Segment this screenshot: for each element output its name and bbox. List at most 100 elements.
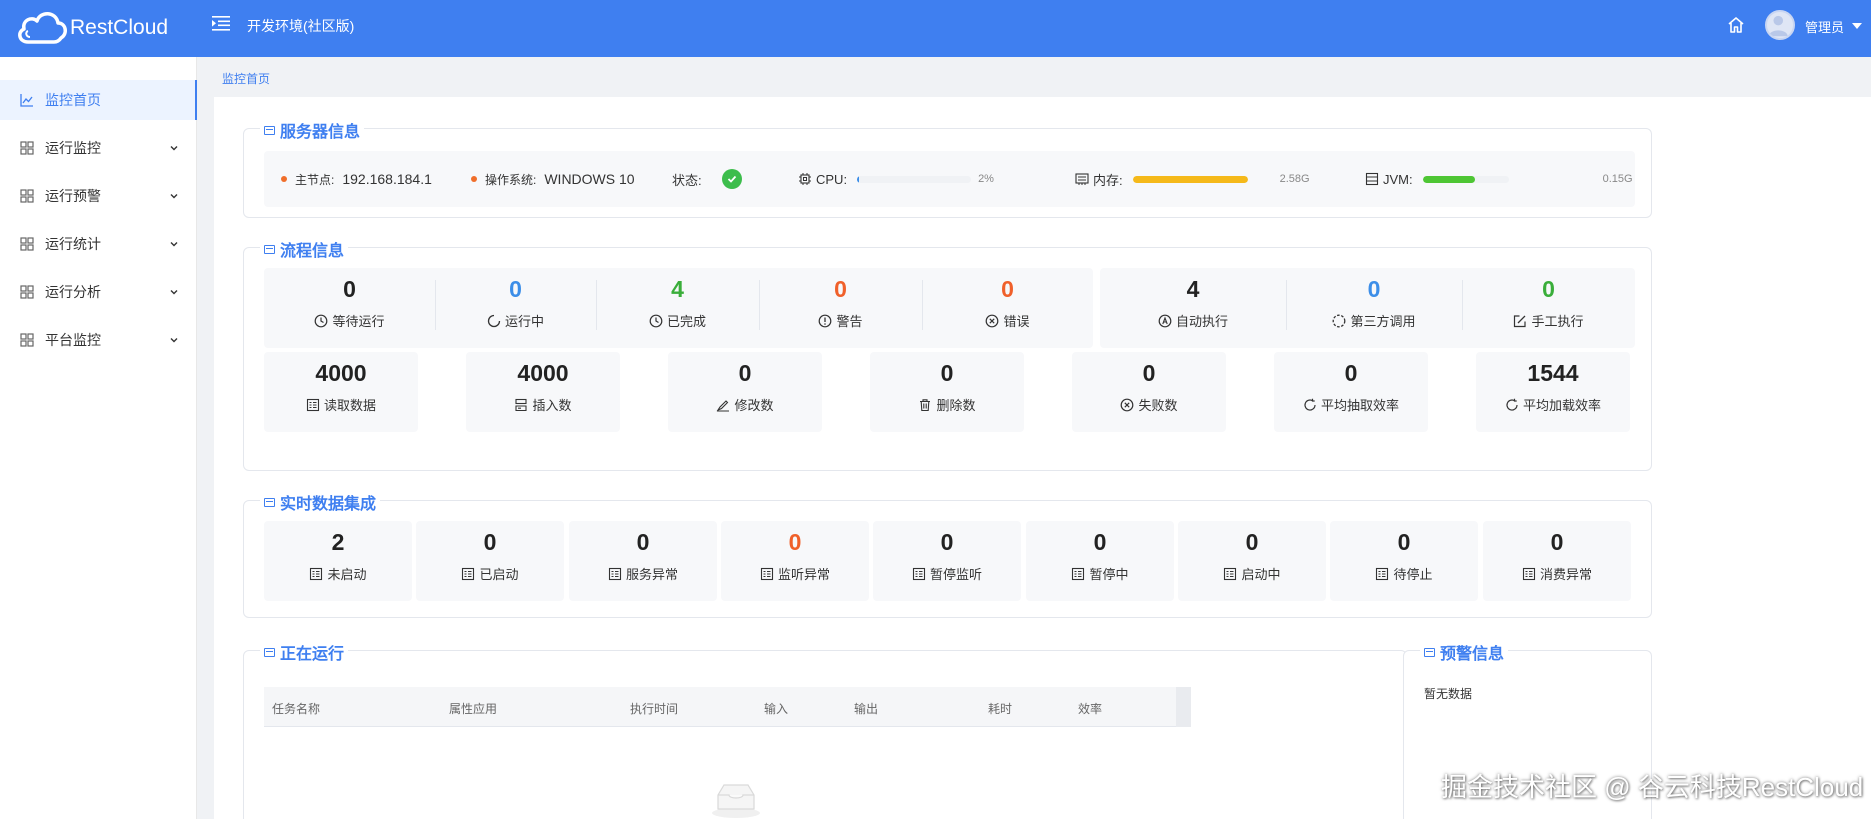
server-icon (1365, 172, 1379, 186)
user-name[interactable]: 管理员 (1805, 17, 1844, 36)
memory-progress-bar (1132, 175, 1248, 183)
top-bar: RestCloud 开发环境(社区版) 管理员 (0, 0, 1871, 57)
menu-fold-icon[interactable] (212, 15, 230, 31)
refresh-icon (1304, 398, 1316, 411)
stat-fail-count[interactable]: 0 失败数 (1072, 352, 1226, 432)
stat-value: 0 (1550, 529, 1564, 555)
sidebar-item-run-alert[interactable]: 运行预警 (0, 176, 197, 216)
stat-avg-extract[interactable]: 0 平均抽取效率 (1274, 352, 1428, 432)
stat-warning[interactable]: 0 警告 (759, 278, 922, 330)
stat-label: 错误 (922, 311, 1093, 330)
stat-value: 0 (1245, 529, 1259, 555)
flow-info-panel: 流程信息 0 等待运行 0 运行中 4 已完成 0 警告 0 错误 4 自动执行… (243, 237, 1652, 471)
stat-value: 0 (1001, 276, 1014, 302)
memory-label: 内存: (1093, 172, 1123, 188)
sidebar-item-monitor-home[interactable]: 监控首页 (0, 80, 197, 120)
stat-label: 未启动 (264, 564, 412, 583)
stat-auto-exec[interactable]: 4 自动执行 (1100, 278, 1286, 330)
jvm-progress-bar (1422, 175, 1509, 183)
realtime-stat-item[interactable]: 0 暂停监听 (873, 521, 1021, 601)
stat-label: 手工执行 (1462, 311, 1635, 330)
list-icon (760, 567, 774, 580)
fail-icon (1121, 398, 1134, 411)
memory-value: 2.58G (1279, 173, 1310, 185)
list-icon (1522, 567, 1536, 580)
cpu-icon (799, 173, 811, 185)
sidebar-item-run-analysis[interactable]: 运行分析 (0, 272, 197, 312)
list-icon (1376, 567, 1389, 580)
stat-label-text: 待停止 (1393, 567, 1433, 582)
list-icon (310, 567, 323, 580)
stat-waiting[interactable]: 0 等待运行 (264, 278, 435, 330)
status-info: 状态: (672, 151, 742, 207)
stat-modify-count[interactable]: 0 修改数 (668, 352, 822, 432)
home-icon[interactable] (1726, 15, 1746, 35)
column-header[interactable]: 输出 (854, 700, 878, 717)
main-content: 服务器信息 主节点: 192.168.184.1 操作系统: WINDOWS 1… (214, 97, 1871, 819)
stat-value: 0 (1142, 360, 1156, 386)
jvm-label: JVM: (1383, 171, 1413, 187)
stat-value: 0 (1542, 276, 1555, 302)
stat-insert-count[interactable]: 4000 插入数 (466, 352, 620, 432)
column-header[interactable]: 输入 (764, 700, 788, 717)
realtime-stat-item[interactable]: 0 启动中 (1178, 521, 1326, 601)
stat-manual-exec[interactable]: 0 手工执行 (1462, 278, 1635, 330)
stat-delete-count[interactable]: 0 删除数 (870, 352, 1024, 432)
stat-label: 警告 (759, 311, 922, 330)
status-label: 状态: (672, 172, 702, 188)
column-header[interactable]: 任务名称 (272, 700, 320, 717)
sidebar-item-label: 平台监控 (45, 332, 101, 348)
stat-running[interactable]: 0 运行中 (435, 278, 596, 330)
stat-label: 消费异常 (1483, 564, 1631, 583)
chevron-down-icon (170, 194, 178, 199)
breadcrumb-item[interactable]: 监控首页 (222, 70, 270, 87)
column-header[interactable]: 耗时 (988, 700, 1012, 717)
list-icon (1072, 567, 1085, 580)
sidebar-item-run-monitor[interactable]: 运行监控 (0, 128, 197, 168)
realtime-stat-item[interactable]: 0 待停止 (1330, 521, 1478, 601)
realtime-stat-item[interactable]: 0 消费异常 (1483, 521, 1631, 601)
stat-avg-load[interactable]: 1544 平均加载效率 (1476, 352, 1630, 432)
chevron-down-icon (170, 338, 178, 343)
stat-label: 运行中 (435, 311, 596, 330)
stat-label: 已启动 (416, 564, 564, 583)
running-panel: 正在运行 任务名称 属性应用 执行时间 输入 输出 耗时 效率 (243, 640, 1407, 819)
stat-value: 0 (636, 529, 650, 555)
realtime-stat-item[interactable]: 0 暂停中 (1026, 521, 1174, 601)
memory-progress-fill (1132, 175, 1248, 183)
table-scrollbar[interactable] (1176, 687, 1191, 727)
cpu-info: CPU: 2% (798, 151, 994, 207)
logo[interactable]: RestCloud (14, 4, 168, 52)
sidebar: 监控首页 运行监控 运行预警 运行统计 运行分析 平台监控 (0, 57, 197, 819)
stat-label: 监听异常 (721, 564, 869, 583)
grid-icon (20, 285, 34, 299)
column-header[interactable]: 属性应用 (449, 700, 497, 717)
stat-label-text: 暂停监听 (929, 567, 982, 582)
os-label: 操作系统: (485, 172, 537, 187)
column-header[interactable]: 执行时间 (630, 700, 678, 717)
stat-value: 0 (343, 276, 356, 302)
realtime-stat-item[interactable]: 0 服务异常 (569, 521, 717, 601)
realtime-stat-item[interactable]: 2 未启动 (264, 521, 412, 601)
stat-label: 修改数 (668, 395, 822, 414)
realtime-stat-item[interactable]: 0 监听异常 (721, 521, 869, 601)
chevron-down-icon (170, 290, 178, 295)
stat-label: 暂停中 (1026, 564, 1174, 583)
jvm-info: JVM: 0.15G (1365, 151, 1633, 207)
stat-label: 启动中 (1178, 564, 1326, 583)
sidebar-item-run-stats[interactable]: 运行统计 (0, 224, 197, 264)
avatar[interactable] (1765, 10, 1795, 40)
chevron-down-icon (170, 146, 178, 151)
caret-down-icon[interactable] (1852, 23, 1862, 29)
edit-icon (1514, 314, 1527, 327)
stat-value: 0 (1397, 529, 1411, 555)
clock-icon (315, 314, 328, 327)
stat-value: 0 (1093, 529, 1107, 555)
stat-read-data[interactable]: 4000 读取数据 (264, 352, 418, 432)
sidebar-item-platform-monitor[interactable]: 平台监控 (0, 320, 197, 360)
column-header[interactable]: 效率 (1078, 700, 1102, 717)
stat-error[interactable]: 0 错误 (922, 278, 1093, 330)
stat-completed[interactable]: 4 已完成 (596, 278, 759, 330)
realtime-stat-item[interactable]: 0 已启动 (416, 521, 564, 601)
stat-third-party[interactable]: 0 第三方调用 (1286, 278, 1462, 330)
